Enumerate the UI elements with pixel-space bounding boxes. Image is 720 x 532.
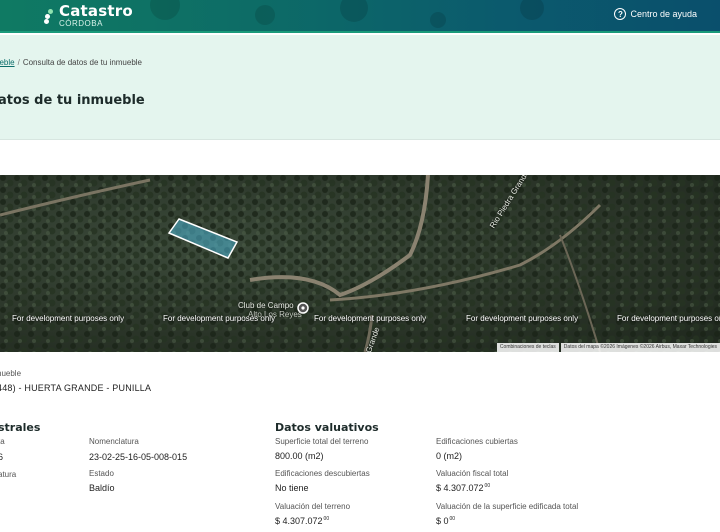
edif-cubiertas-value: 0 (m2)	[436, 451, 463, 461]
breadcrumb-separator: /	[17, 58, 20, 67]
help-center-label: Centro de ayuda	[630, 9, 697, 19]
top-header: Catastro CÓRDOBA ? Centro de ayuda	[0, 0, 720, 33]
val-fiscal-label: Valuación fiscal total	[436, 469, 509, 478]
help-center-link[interactable]: ? Centro de ayuda	[614, 8, 697, 20]
val-edificada-label: Valuación de la superficie edificada tot…	[436, 502, 579, 511]
dev-watermark: For development purposes only	[314, 314, 427, 323]
logo-subtitle: CÓRDOBA	[59, 19, 103, 28]
header-decoration	[340, 0, 368, 22]
edif-descubiertas-value: No tiene	[275, 483, 309, 493]
catastrales-title: strales	[0, 421, 41, 434]
val-edificada-value: $ 000	[436, 516, 456, 526]
hero-band: ueble/Consulta de datos de tu inmueble a…	[0, 35, 720, 140]
map-terrain	[0, 175, 720, 352]
edif-cubiertas-label: Edificaciones cubiertas	[436, 437, 518, 446]
map-data-credit: Datos del mapa ©2026 Imágenes ©2026 Airb…	[560, 343, 720, 352]
val-fiscal-value: $ 4.307.07200	[436, 483, 491, 493]
logo-title: Catastro	[59, 2, 133, 20]
superficie-label: Superficie total del terreno	[275, 437, 369, 446]
map-attribution: Combinaciones de teclas Datos del mapa ©…	[495, 343, 720, 352]
dev-watermark: For development purposes only	[163, 314, 276, 323]
breadcrumb: ueble/Consulta de datos de tu inmueble	[0, 58, 142, 67]
dev-watermark: For development purposes only	[12, 314, 125, 323]
question-circle-icon: ?	[614, 8, 627, 20]
estado-value: Baldío	[89, 483, 115, 493]
edif-descubiertas-label: Edificaciones descubiertas	[275, 469, 370, 478]
val-terreno-label: Valuación del terreno	[275, 502, 351, 511]
nomenclatura-label: Nomenclatura	[89, 437, 139, 446]
location-value: 448) - HUERTA GRANDE - PUNILLA	[0, 383, 152, 393]
dev-watermark: For development purposes only	[617, 314, 720, 323]
header-decoration	[150, 0, 180, 20]
logo-dots-icon	[44, 8, 54, 24]
val-terreno-value: $ 4.307.07200	[275, 516, 330, 526]
map-label-club: Club de Campo	[238, 301, 294, 310]
catastral-field-value: 6	[0, 452, 4, 462]
dev-watermark: For development purposes only	[466, 314, 579, 323]
satellite-map[interactable]: Club de Campo Alto Los Reyes Rio Piedra …	[0, 175, 720, 352]
keyboard-shortcuts-link[interactable]: Combinaciones de teclas	[496, 343, 559, 352]
header-decoration	[430, 12, 446, 28]
estado-label: Estado	[89, 469, 114, 478]
valuativos-title: Datos valuativos	[275, 421, 379, 434]
breadcrumb-link-inmueble[interactable]: ueble	[0, 58, 15, 67]
catastral-field-label: atura	[0, 470, 17, 479]
location-label: nueble	[0, 369, 22, 378]
header-decoration	[520, 0, 544, 20]
catastral-field-label: ta	[0, 437, 5, 446]
catastro-logo[interactable]: Catastro CÓRDOBA	[44, 4, 133, 28]
header-decoration	[255, 5, 275, 25]
page-title: atos de tu inmueble	[0, 93, 145, 108]
nomenclatura-value: 23-02-25-16-05-008-015	[89, 452, 188, 462]
breadcrumb-current: Consulta de datos de tu inmueble	[22, 58, 143, 67]
superficie-value: 800.00 (m2)	[275, 451, 324, 461]
